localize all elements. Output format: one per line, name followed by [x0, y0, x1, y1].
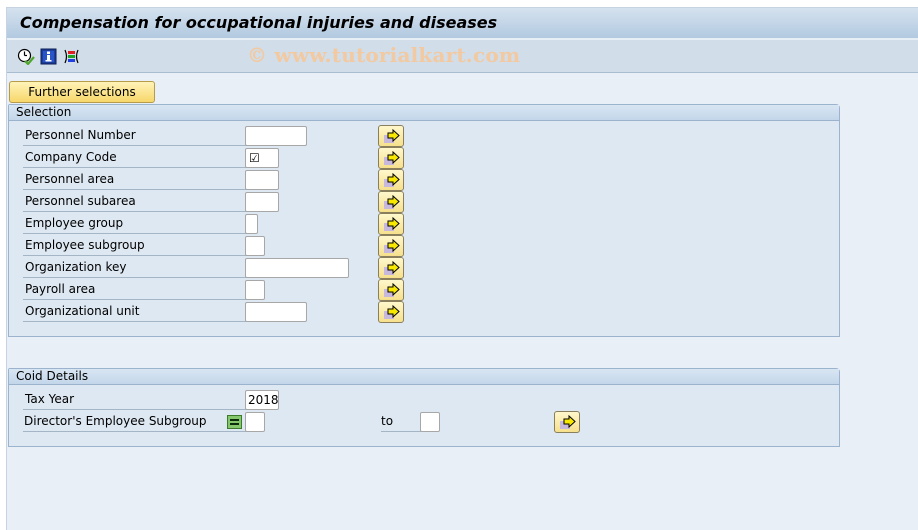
info-button[interactable]	[40, 48, 58, 65]
selection-row-label: Organization key	[23, 257, 247, 278]
to-label: to	[381, 411, 421, 432]
selection-row-label: Personnel subarea	[23, 191, 247, 212]
multiple-selection-arrow-icon	[384, 151, 400, 165]
selection-row-label-text: Payroll area	[25, 282, 96, 296]
multiple-selection-arrow-icon	[384, 173, 400, 187]
application-toolbar: © www.tutorialkart.com	[7, 40, 918, 73]
execute-clock-icon	[17, 48, 35, 66]
execute-button[interactable]	[17, 48, 35, 66]
multiple-selection-button[interactable]	[378, 213, 404, 235]
equals-option-icon[interactable]	[227, 415, 242, 429]
multiple-selection-button[interactable]	[378, 191, 404, 213]
selection-row-label-text: Personnel subarea	[25, 194, 136, 208]
main-window: Compensation for occupational injuries a…	[6, 7, 918, 530]
page-title: Compensation for occupational injuries a…	[20, 13, 498, 32]
selection-row-label-text: Employee subgroup	[25, 238, 145, 252]
selection-row-input[interactable]	[245, 192, 279, 212]
multiple-selection-button[interactable]	[378, 279, 404, 301]
multiple-selection-button[interactable]	[378, 147, 404, 169]
coid-details-title: Coid Details	[9, 369, 839, 385]
title-bar: Compensation for occupational injuries a…	[7, 8, 918, 39]
multiple-selection-button[interactable]	[378, 169, 404, 191]
selection-options-button[interactable]	[63, 48, 81, 65]
selection-row-input[interactable]: ☑	[245, 148, 279, 168]
selection-row-label-text: Company Code	[25, 150, 117, 164]
multiple-selection-arrow-icon	[384, 217, 400, 231]
multiple-selection-button[interactable]	[378, 301, 404, 323]
directors-employee-subgroup-label: Director's Employee Subgroup	[23, 411, 247, 432]
directors-employee-subgroup-label-text: Director's Employee Subgroup	[24, 414, 207, 428]
selection-row-label-text: Organizational unit	[25, 304, 140, 318]
selection-row-input[interactable]	[245, 126, 307, 146]
selection-group-title: Selection	[9, 105, 839, 121]
selection-row-label: Company Code	[23, 147, 247, 168]
multiple-selection-button[interactable]	[378, 125, 404, 147]
selection-row-label-text: Personnel area	[25, 172, 115, 186]
multiple-selection-arrow-icon	[384, 129, 400, 143]
directors-subgroup-multiple-selection-button[interactable]	[554, 411, 580, 433]
info-icon	[40, 48, 57, 65]
selection-row-label: Employee subgroup	[23, 235, 247, 256]
selection-row-label-text: Personnel Number	[25, 128, 136, 142]
tax-year-label: Tax Year	[23, 389, 247, 410]
selection-row-label: Personnel Number	[23, 125, 247, 146]
watermark: © www.tutorialkart.com	[247, 43, 521, 67]
further-selections-button[interactable]: Further selections	[9, 81, 155, 103]
selection-row-input[interactable]	[245, 214, 258, 234]
selection-row-input[interactable]	[245, 236, 265, 256]
directors-subgroup-to-input[interactable]	[420, 412, 440, 432]
selection-row-label: Organizational unit	[23, 301, 247, 322]
multiple-selection-arrow-icon	[384, 239, 400, 253]
directors-subgroup-from-input[interactable]	[245, 412, 265, 432]
selection-row-input[interactable]	[245, 280, 265, 300]
selection-row-input[interactable]	[245, 302, 307, 322]
to-label-text: to	[381, 414, 394, 428]
selection-row-label: Employee group	[23, 213, 247, 234]
multiple-selection-button[interactable]	[378, 235, 404, 257]
multiple-selection-button[interactable]	[378, 257, 404, 279]
selection-row-label-text: Organization key	[25, 260, 127, 274]
tax-year-input[interactable]: 2018	[245, 390, 279, 410]
multiple-selection-arrow-icon	[384, 283, 400, 297]
multiple-selection-arrow-icon	[384, 305, 400, 319]
selection-row-label: Payroll area	[23, 279, 247, 300]
multiple-selection-arrow-icon	[384, 261, 400, 275]
multiple-selection-arrow-icon	[384, 195, 400, 209]
selection-row-input[interactable]	[245, 170, 279, 190]
selection-options-icon	[64, 49, 79, 64]
selection-row-label: Personnel area	[23, 169, 247, 190]
tax-year-label-text: Tax Year	[25, 392, 75, 406]
selection-row-label-text: Employee group	[25, 216, 124, 230]
multiple-selection-arrow-icon	[560, 415, 576, 429]
selection-row-input[interactable]	[245, 258, 349, 278]
